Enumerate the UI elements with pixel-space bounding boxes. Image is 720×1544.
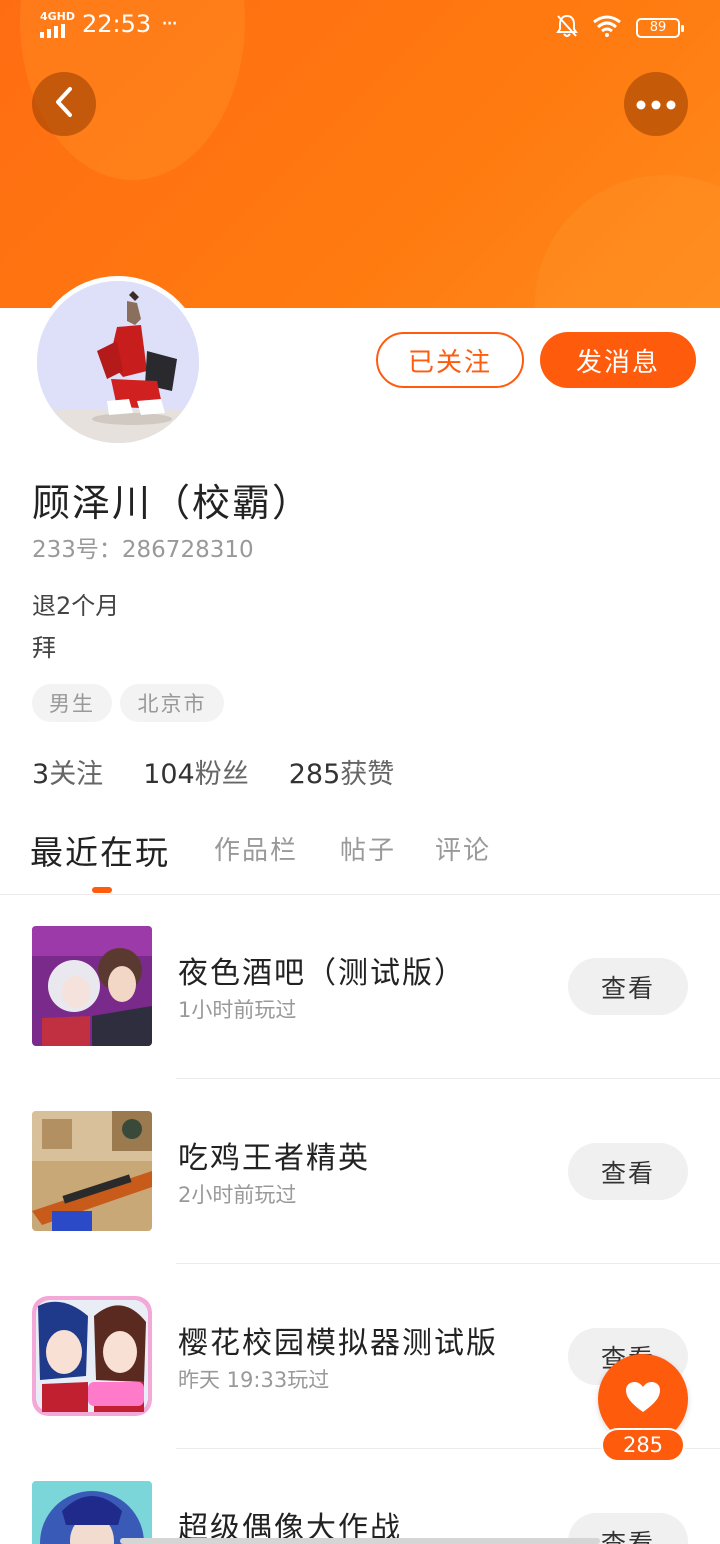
game-title: 樱花校园模拟器测试版 <box>178 1326 498 1361</box>
game-last-played: 1小时前玩过 <box>178 998 297 1022</box>
heart-icon <box>624 1380 662 1418</box>
avatar[interactable] <box>32 276 204 448</box>
following-button[interactable]: 已关注 <box>376 332 524 388</box>
more-options-button[interactable] <box>624 72 688 136</box>
profile-bio-line: 退2个月 <box>32 592 120 620</box>
home-indicator <box>120 1538 600 1544</box>
cellular-signal-icon: 4GHD <box>40 10 75 38</box>
mute-bell-icon <box>556 14 578 42</box>
profile-name: 顾泽川（校霸） <box>32 481 313 525</box>
game-icon <box>32 1481 152 1544</box>
tab-recently-played[interactable]: 最近在玩 <box>30 826 170 874</box>
stat-likes[interactable]: 285获赞 <box>289 752 395 791</box>
stat-fans[interactable]: 104粉丝 <box>143 752 249 791</box>
list-item[interactable]: 超级偶像大作战 查看 <box>0 1481 720 1544</box>
gender-tag: 男生 <box>32 684 112 722</box>
profile-bio-line: 拜 <box>32 634 56 662</box>
status-time: 22:53 <box>82 10 152 38</box>
tab-comments[interactable]: 评论 <box>435 830 491 867</box>
game-last-played: 昨天 19:33玩过 <box>178 1368 330 1392</box>
wifi-icon <box>592 15 622 41</box>
stat-following[interactable]: 3关注 <box>32 752 103 791</box>
divider <box>176 1263 720 1264</box>
profile-tabs: 最近在玩 作品栏 帖子 评论 <box>0 820 720 895</box>
status-bar: 4GHD 22:53 ··· 89 <box>0 0 720 52</box>
divider <box>176 1078 720 1079</box>
view-button[interactable]: 查看 <box>568 958 688 1015</box>
chevron-left-icon <box>53 86 75 122</box>
game-icon <box>32 1111 152 1231</box>
game-icon <box>32 926 152 1046</box>
back-button[interactable] <box>32 72 96 136</box>
list-item[interactable]: 吃鸡王者精英 2小时前玩过 查看 <box>0 1111 720 1296</box>
battery-icon: 89 <box>636 18 684 38</box>
status-more-dots: ··· <box>161 11 178 37</box>
game-title: 夜色酒吧（测试版） <box>178 956 466 991</box>
avatar-image <box>37 281 199 443</box>
list-item[interactable]: 夜色酒吧（测试版） 1小时前玩过 查看 <box>0 926 720 1111</box>
tab-posts[interactable]: 帖子 <box>340 830 396 867</box>
tab-works[interactable]: 作品栏 <box>214 830 298 867</box>
game-title: 吃鸡王者精英 <box>178 1141 370 1176</box>
game-last-played: 2小时前玩过 <box>178 1183 297 1207</box>
tab-indicator <box>92 887 112 893</box>
view-button[interactable]: 查看 <box>568 1143 688 1200</box>
profile-stats: 3关注 104粉丝 285获赞 <box>32 752 394 791</box>
profile-id: 233号：286728310 <box>32 537 254 563</box>
more-dots-icon <box>636 95 676 114</box>
location-tag: 北京市 <box>120 684 224 722</box>
game-icon <box>32 1296 152 1416</box>
send-message-button[interactable]: 发消息 <box>540 332 696 388</box>
like-count-badge: 285 <box>601 1428 685 1462</box>
